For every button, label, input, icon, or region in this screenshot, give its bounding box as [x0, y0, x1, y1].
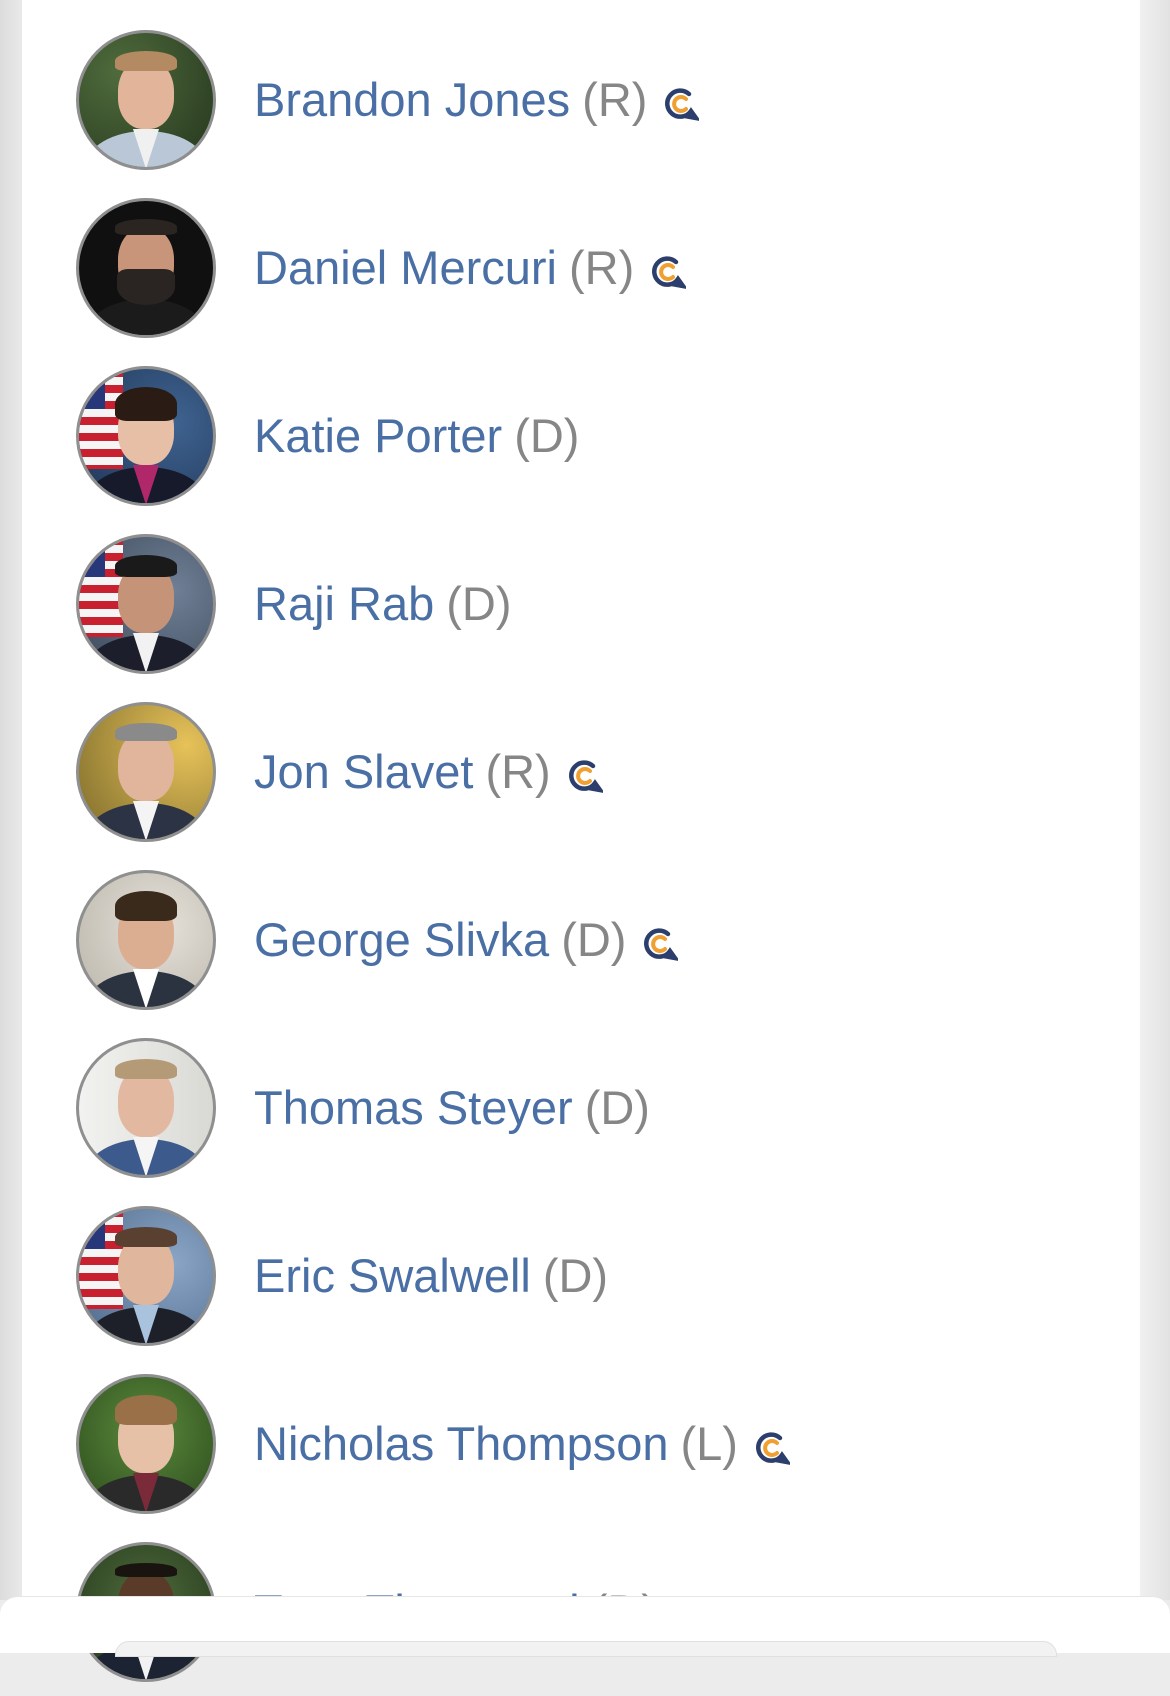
candidate-name[interactable]: Jon Slavet [254, 742, 473, 802]
candidate-name[interactable]: Brandon Jones [254, 70, 570, 130]
candidate-avatar[interactable] [76, 366, 216, 506]
candidate-row-nicholas-thompson[interactable]: Nicholas Thompson (L) [22, 1360, 1140, 1528]
candidate-row-eric-swalwell[interactable]: Eric Swalwell (D) [22, 1192, 1140, 1360]
candidate-party: (D) [514, 409, 580, 462]
candidate-avatar[interactable] [76, 1206, 216, 1346]
candidate-party: (R) [485, 745, 551, 798]
c-speech-bubble-icon [652, 256, 687, 289]
candidate-avatar[interactable] [76, 870, 216, 1010]
candidate-party: (D) [561, 913, 627, 966]
c-speech-bubble-icon [665, 88, 700, 121]
candidate-name[interactable]: Eric Swalwell [254, 1246, 531, 1306]
candidate-row-brandon-jones[interactable]: Brandon Jones (R) [22, 16, 1140, 184]
candidate-party: (R) [568, 241, 635, 294]
candidate-party: (D) [542, 1249, 609, 1302]
candidate-row-george-slivka[interactable]: George Slivka (D) [22, 856, 1140, 1024]
candidate-party: (R) [582, 73, 648, 126]
c-speech-bubble-icon [756, 1432, 790, 1465]
candidate-name[interactable]: Nicholas Thompson [254, 1414, 669, 1474]
candidate-party: (D) [446, 577, 512, 630]
candidate-avatar[interactable] [76, 1374, 216, 1514]
bottom-sheet[interactable] [0, 1596, 1170, 1657]
bottom-sheet-handle[interactable] [115, 1641, 1057, 1657]
candidate-name[interactable]: Raji Rab [254, 574, 434, 634]
c-speech-bubble-icon [568, 760, 603, 793]
candidate-name[interactable]: Katie Porter [254, 406, 502, 466]
candidate-row-katie-porter[interactable]: Katie Porter (D) [22, 352, 1140, 520]
candidate-avatar[interactable] [76, 30, 216, 170]
candidate-name[interactable]: Daniel Mercuri [254, 238, 557, 298]
candidate-row-daniel-mercuri[interactable]: Daniel Mercuri (R) [22, 184, 1140, 352]
candidate-list: Brandon Jones (R) Daniel Mercuri (R) Kat… [22, 16, 1140, 1696]
candidate-name[interactable]: Thomas Steyer [254, 1078, 573, 1138]
candidate-row-raji-rab[interactable]: Raji Rab (D) [22, 520, 1140, 688]
candidate-name[interactable]: George Slivka [254, 910, 549, 970]
candidate-avatar[interactable] [76, 1038, 216, 1178]
candidate-avatar[interactable] [76, 198, 216, 338]
candidate-party: (L) [680, 1417, 738, 1470]
candidate-party: (D) [584, 1081, 650, 1134]
candidate-row-jon-slavet[interactable]: Jon Slavet (R) [22, 688, 1140, 856]
candidate-avatar[interactable] [76, 702, 216, 842]
c-speech-bubble-icon [644, 928, 679, 961]
candidate-panel: Brandon Jones (R) Daniel Mercuri (R) Kat… [22, 0, 1140, 1682]
candidate-avatar[interactable] [76, 534, 216, 674]
candidate-row-thomas-steyer[interactable]: Thomas Steyer (D) [22, 1024, 1140, 1192]
